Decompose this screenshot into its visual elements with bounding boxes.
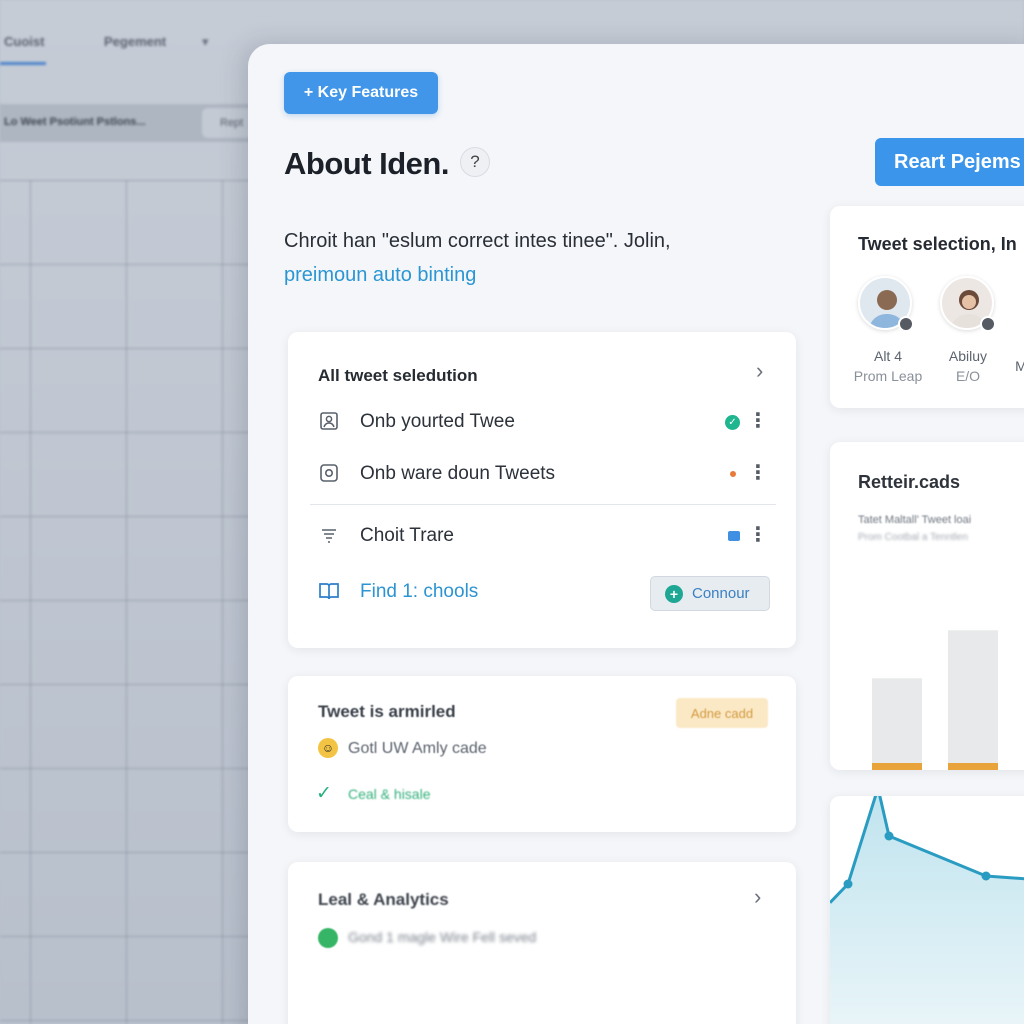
background-tabs: Cuoist Pegement ▾ — [0, 22, 250, 66]
data-point[interactable] — [981, 871, 991, 881]
help-icon[interactable]: ? — [460, 147, 490, 177]
smile-icon: ☺ — [318, 738, 338, 758]
list-item-label: Find 1: chools — [360, 581, 479, 602]
card-title: All tweet seledution — [318, 366, 478, 385]
person-name: Abiluy — [948, 348, 988, 364]
list-item-label: Onb yourted Twee — [360, 411, 515, 432]
more-menu-icon[interactable]: ⋮ — [748, 460, 768, 485]
status-check-icon: ✓ — [725, 415, 740, 430]
card-title: Tweet is armirled — [318, 702, 456, 721]
filter-icon — [318, 524, 340, 546]
bar-base — [872, 763, 922, 770]
active-tab-indicator — [0, 62, 46, 65]
chevron-right-icon[interactable]: › — [754, 884, 761, 910]
background-tab[interactable]: Cuoist — [4, 34, 44, 49]
background-grid — [0, 180, 250, 1024]
more-menu-icon[interactable]: ⋮ — [748, 408, 768, 433]
tweet-selection-people-card: Tweet selection, In Alt 4 Prom Leap Abil… — [830, 206, 1024, 408]
area-fill — [830, 796, 1024, 1024]
card-subtitle: Gotl UW Amly cade — [348, 740, 487, 757]
person-name: Alt 4 — [873, 348, 902, 364]
card-title: Tweet selection, In — [858, 234, 1017, 254]
plus-icon: + — [665, 584, 683, 603]
intro-line: Chroit han "eslum correct intes tinee". … — [284, 230, 671, 252]
chevron-down-icon[interactable]: ▾ — [202, 34, 209, 50]
person-label: Alt 4 Prom Leap — [848, 346, 928, 386]
tweet-selection-card: All tweet seledution › Onb yourted Twee … — [288, 332, 796, 648]
background-tab[interactable]: Pegement — [104, 34, 166, 49]
person-name: M — [1015, 358, 1024, 374]
list-item-label: Onb ware doun Tweets — [360, 463, 556, 484]
check-icon: ✓ — [316, 783, 332, 804]
person-sub: E/O — [955, 368, 981, 384]
portrait-icon — [318, 410, 340, 432]
data-point[interactable] — [884, 831, 894, 841]
data-point[interactable] — [843, 879, 853, 889]
list-item[interactable]: Choit Trare ⋮ — [316, 516, 770, 556]
bar[interactable] — [948, 630, 998, 770]
status-dot-icon — [318, 928, 338, 948]
retention-bar-chart: $132$130 — [872, 630, 998, 770]
background-toolbar-text: Lo Weet Psotiunt Pstlons... — [4, 116, 146, 128]
connour-button[interactable]: + Connour — [650, 576, 770, 611]
connour-button-label: Connour — [692, 585, 750, 602]
primary-action-button[interactable]: Reart Pejems — [875, 138, 1024, 186]
bar-base — [948, 763, 998, 770]
avatar-status-icon — [980, 316, 996, 332]
key-features-button[interactable]: + Key Features — [284, 72, 438, 114]
avatar-status-icon — [898, 316, 914, 332]
bar[interactable] — [872, 678, 922, 770]
person-sub: Prom Leap — [853, 368, 923, 384]
intro-text: Chroit han "eslum correct intes tinee". … — [284, 224, 744, 292]
page-title: About Iden. — [284, 146, 449, 181]
intro-link[interactable]: preimoun auto binting — [284, 258, 744, 292]
person-label: M — [1006, 356, 1024, 376]
list-item-label: Choit Trare — [360, 525, 454, 546]
book-icon — [318, 580, 340, 602]
list-item[interactable]: Onb ware doun Tweets ⋮ — [316, 454, 770, 494]
more-menu-icon[interactable]: ⋮ — [748, 522, 768, 547]
list-item[interactable]: Onb yourted Twee ✓ ⋮ — [316, 402, 770, 442]
trend-chart-card — [830, 796, 1024, 1024]
divider — [310, 504, 776, 505]
analytics-card[interactable]: Leal & Analytics › Gond 1 magle Wire Fel… — [288, 862, 796, 1024]
card-subtitle: Gond 1 magle Wire Fell seved — [348, 929, 537, 945]
background-toolbar: Lo Weet Psotiunt Pstlons... Rept — [0, 104, 262, 142]
card-title: Leal & Analytics — [318, 890, 449, 909]
check-label: Ceal & hisale — [348, 786, 431, 802]
person-label: Abiluy E/O — [928, 346, 1008, 386]
about-panel: + Key Features About Iden. ? Reart Pejem… — [248, 44, 1024, 1024]
status-badge[interactable]: Adne cadd — [676, 698, 768, 728]
camera-icon — [318, 462, 340, 484]
chevron-right-icon[interactable]: › — [756, 358, 763, 384]
status-dot — [730, 467, 740, 477]
trend-area-chart — [830, 796, 1024, 1024]
tweet-armirled-card: Tweet is armirled Adne cadd ☺ Gotl UW Am… — [288, 676, 796, 832]
retention-chart-card: Retteir.cads Tatet Maltall' Tweet loai P… — [830, 442, 1024, 770]
status-square — [728, 529, 740, 541]
